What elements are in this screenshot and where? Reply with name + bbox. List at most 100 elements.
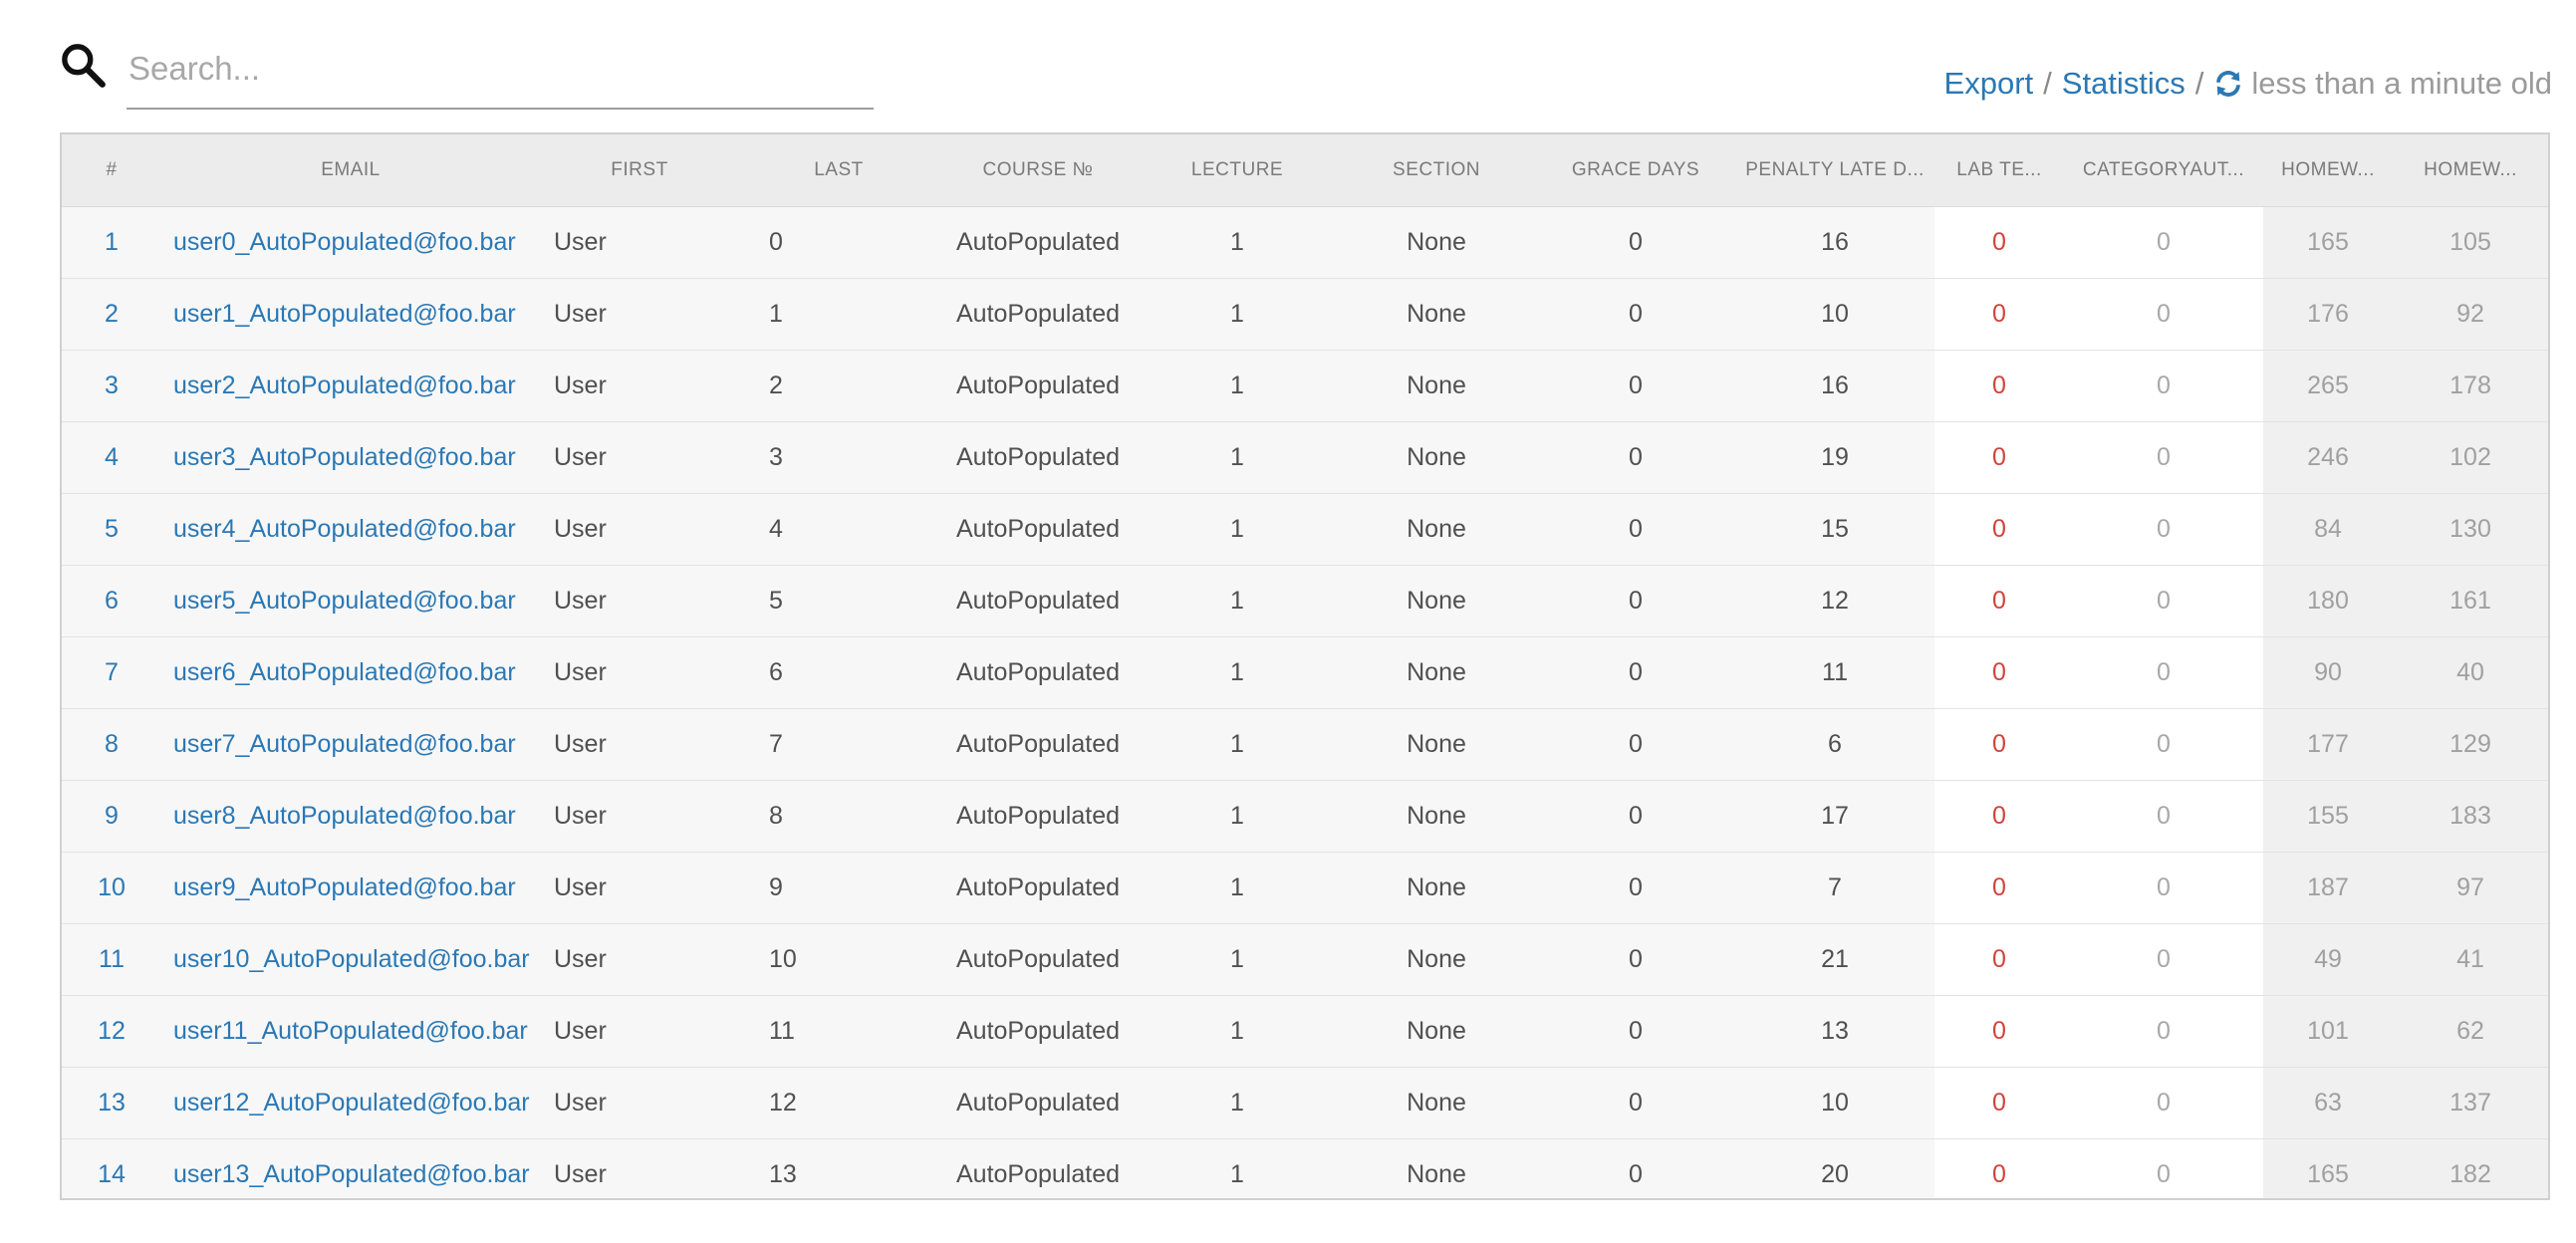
homework-2-cell[interactable]: 102	[2393, 421, 2548, 493]
column-header-first[interactable]: FIRST	[540, 134, 739, 207]
lab-test-cell[interactable]: 0	[1934, 636, 2064, 708]
homework-1-cell[interactable]: 165	[2263, 1138, 2393, 1198]
table-row[interactable]: 8 user7_AutoPopulated@foo.bar User 7 AutoPop…	[62, 708, 2548, 780]
table-row[interactable]: 1 user0_AutoPopulated@foo.bar User 0 AutoPop…	[62, 206, 2548, 278]
email-link[interactable]: user11_AutoPopulated@foo.bar	[161, 995, 540, 1067]
column-header-email[interactable]: EMAIL	[161, 134, 540, 207]
lab-test-cell[interactable]: 0	[1934, 421, 2064, 493]
row-number-link[interactable]: 14	[62, 1138, 161, 1198]
row-number-link[interactable]: 8	[62, 708, 161, 780]
homework-1-cell[interactable]: 180	[2263, 565, 2393, 636]
category-auto-cell[interactable]: 0	[2064, 1138, 2263, 1198]
homework-1-cell[interactable]: 90	[2263, 636, 2393, 708]
column-header-section[interactable]: SECTION	[1337, 134, 1536, 207]
column-header-homework-2[interactable]: HOMEW...	[2393, 134, 2548, 207]
row-number-link[interactable]: 1	[62, 206, 161, 278]
email-link[interactable]: user7_AutoPopulated@foo.bar	[161, 708, 540, 780]
lab-test-cell[interactable]: 0	[1934, 852, 2064, 923]
homework-2-cell[interactable]: 105	[2393, 206, 2548, 278]
homework-1-cell[interactable]: 101	[2263, 995, 2393, 1067]
email-link[interactable]: user12_AutoPopulated@foo.bar	[161, 1067, 540, 1138]
column-header-course[interactable]: COURSE №	[938, 134, 1138, 207]
email-link[interactable]: user5_AutoPopulated@foo.bar	[161, 565, 540, 636]
homework-2-cell[interactable]: 40	[2393, 636, 2548, 708]
homework-2-cell[interactable]: 41	[2393, 923, 2548, 995]
table-row[interactable]: 7 user6_AutoPopulated@foo.bar User 6 AutoPop…	[62, 636, 2548, 708]
table-row[interactable]: 5 user4_AutoPopulated@foo.bar User 4 AutoPop…	[62, 493, 2548, 565]
homework-1-cell[interactable]: 155	[2263, 780, 2393, 852]
row-number-link[interactable]: 10	[62, 852, 161, 923]
homework-1-cell[interactable]: 187	[2263, 852, 2393, 923]
row-number-link[interactable]: 5	[62, 493, 161, 565]
table-row[interactable]: 11 user10_AutoPopulated@foo.bar User 10 Auto…	[62, 923, 2548, 995]
homework-2-cell[interactable]: 129	[2393, 708, 2548, 780]
search-icon[interactable]	[58, 40, 108, 90]
homework-1-cell[interactable]: 63	[2263, 1067, 2393, 1138]
table-row[interactable]: 3 user2_AutoPopulated@foo.bar User 2 AutoPop…	[62, 350, 2548, 421]
table-row[interactable]: 10 user9_AutoPopulated@foo.bar User 9 AutoPo…	[62, 852, 2548, 923]
lab-test-cell[interactable]: 0	[1934, 708, 2064, 780]
homework-2-cell[interactable]: 97	[2393, 852, 2548, 923]
category-auto-cell[interactable]: 0	[2064, 780, 2263, 852]
lab-test-cell[interactable]: 0	[1934, 780, 2064, 852]
lab-test-cell[interactable]: 0	[1934, 1067, 2064, 1138]
email-link[interactable]: user6_AutoPopulated@foo.bar	[161, 636, 540, 708]
homework-1-cell[interactable]: 177	[2263, 708, 2393, 780]
column-header-penalty-late-days[interactable]: PENALTY LATE D...	[1735, 134, 1934, 207]
email-link[interactable]: user0_AutoPopulated@foo.bar	[161, 206, 540, 278]
category-auto-cell[interactable]: 0	[2064, 278, 2263, 350]
column-header-lecture[interactable]: LECTURE	[1138, 134, 1337, 207]
homework-1-cell[interactable]: 165	[2263, 206, 2393, 278]
category-auto-cell[interactable]: 0	[2064, 636, 2263, 708]
table-row[interactable]: 6 user5_AutoPopulated@foo.bar User 5 AutoPop…	[62, 565, 2548, 636]
export-link[interactable]: Export	[1944, 66, 2034, 102]
homework-2-cell[interactable]: 137	[2393, 1067, 2548, 1138]
row-number-link[interactable]: 12	[62, 995, 161, 1067]
column-header-last[interactable]: LAST	[739, 134, 938, 207]
email-link[interactable]: user1_AutoPopulated@foo.bar	[161, 278, 540, 350]
homework-2-cell[interactable]: 130	[2393, 493, 2548, 565]
column-header-number[interactable]: #	[62, 134, 161, 207]
lab-test-cell[interactable]: 0	[1934, 493, 2064, 565]
email-link[interactable]: user4_AutoPopulated@foo.bar	[161, 493, 540, 565]
lab-test-cell[interactable]: 0	[1934, 278, 2064, 350]
table-row[interactable]: 14 user13_AutoPopulated@foo.bar User 13 Auto…	[62, 1138, 2548, 1198]
lab-test-cell[interactable]: 0	[1934, 1138, 2064, 1198]
email-link[interactable]: user10_AutoPopulated@foo.bar	[161, 923, 540, 995]
homework-1-cell[interactable]: 265	[2263, 350, 2393, 421]
lab-test-cell[interactable]: 0	[1934, 350, 2064, 421]
category-auto-cell[interactable]: 0	[2064, 852, 2263, 923]
email-link[interactable]: user2_AutoPopulated@foo.bar	[161, 350, 540, 421]
homework-1-cell[interactable]: 246	[2263, 421, 2393, 493]
table-row[interactable]: 12 user11_AutoPopulated@foo.bar User 11 Auto…	[62, 995, 2548, 1067]
homework-2-cell[interactable]: 92	[2393, 278, 2548, 350]
homework-2-cell[interactable]: 62	[2393, 995, 2548, 1067]
homework-2-cell[interactable]: 161	[2393, 565, 2548, 636]
homework-2-cell[interactable]: 178	[2393, 350, 2548, 421]
row-number-link[interactable]: 11	[62, 923, 161, 995]
search-input[interactable]	[127, 30, 874, 110]
email-link[interactable]: user8_AutoPopulated@foo.bar	[161, 780, 540, 852]
homework-2-cell[interactable]: 182	[2393, 1138, 2548, 1198]
category-auto-cell[interactable]: 0	[2064, 923, 2263, 995]
category-auto-cell[interactable]: 0	[2064, 350, 2263, 421]
lab-test-cell[interactable]: 0	[1934, 995, 2064, 1067]
column-header-lab-test[interactable]: LAB TE...	[1934, 134, 2064, 207]
homework-1-cell[interactable]: 84	[2263, 493, 2393, 565]
column-header-grace-days[interactable]: GRACE DAYS	[1536, 134, 1735, 207]
category-auto-cell[interactable]: 0	[2064, 1067, 2263, 1138]
email-link[interactable]: user13_AutoPopulated@foo.bar	[161, 1138, 540, 1198]
homework-1-cell[interactable]: 49	[2263, 923, 2393, 995]
table-row[interactable]: 9 user8_AutoPopulated@foo.bar User 8 AutoPop…	[62, 780, 2548, 852]
email-link[interactable]: user9_AutoPopulated@foo.bar	[161, 852, 540, 923]
row-number-link[interactable]: 6	[62, 565, 161, 636]
row-number-link[interactable]: 2	[62, 278, 161, 350]
table-row[interactable]: 2 user1_AutoPopulated@foo.bar User 1 AutoPop…	[62, 278, 2548, 350]
lab-test-cell[interactable]: 0	[1934, 923, 2064, 995]
table-row[interactable]: 13 user12_AutoPopulated@foo.bar User 12 Auto…	[62, 1067, 2548, 1138]
category-auto-cell[interactable]: 0	[2064, 565, 2263, 636]
refresh-icon[interactable]	[2213, 69, 2243, 99]
row-number-link[interactable]: 3	[62, 350, 161, 421]
category-auto-cell[interactable]: 0	[2064, 493, 2263, 565]
row-number-link[interactable]: 7	[62, 636, 161, 708]
